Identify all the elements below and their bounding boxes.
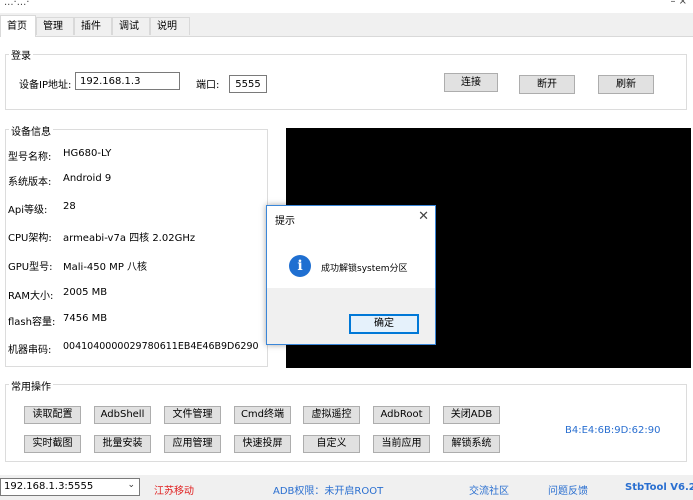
app-manager-button[interactable]: 应用管理 xyxy=(164,435,221,453)
port-input[interactable]: 5555 xyxy=(229,75,267,93)
tab-manage[interactable]: 管理 xyxy=(36,17,74,35)
title-bar: ...·...· – × xyxy=(0,0,693,13)
login-legend: 登录 xyxy=(9,47,33,62)
device-info-legend: 设备信息 xyxy=(9,123,53,138)
ip-label: 设备IP地址: xyxy=(19,80,72,91)
adbroot-button[interactable]: AdbRoot xyxy=(373,406,430,424)
current-app-button[interactable]: 当前应用 xyxy=(373,435,430,453)
ok-button[interactable]: 确定 xyxy=(349,314,419,334)
info-label-cpu: CPU架构: xyxy=(8,233,52,244)
adb-permission-label: ADB权限：未开启ROOT xyxy=(273,486,384,497)
quick-cast-button[interactable]: 快速投屏 xyxy=(234,435,291,453)
info-value-gpu: Mali-450 MP 八核 xyxy=(63,262,148,273)
connect-button[interactable]: 连接 xyxy=(444,73,498,92)
refresh-button[interactable]: 刷新 xyxy=(598,75,654,94)
tab-home[interactable]: 首页 xyxy=(0,15,36,37)
tab-strip: 首页 管理 插件 调试 说明 xyxy=(0,13,693,37)
info-label-flash: flash容量: xyxy=(8,317,56,328)
info-value-api: 28 xyxy=(63,201,76,212)
tab-help[interactable]: 说明 xyxy=(150,17,190,35)
chevron-down-icon[interactable]: ⌄ xyxy=(127,480,135,490)
info-label-model: 型号名称: xyxy=(8,152,52,163)
port-label: 端口: xyxy=(196,80,220,91)
info-label-os: 系统版本: xyxy=(8,177,52,188)
dialog-title: 提示 xyxy=(275,216,295,227)
virtual-remote-button[interactable]: 虚拟遥控 xyxy=(303,406,360,424)
feedback-link[interactable]: 问题反馈 xyxy=(548,482,588,497)
device-select-value: 192.168.1.3:5555 xyxy=(4,481,94,492)
dialog-title-bar: 提示 ✕ xyxy=(267,206,435,230)
device-info-group xyxy=(5,129,268,367)
ops-legend: 常用操作 xyxy=(9,378,53,393)
info-icon: i xyxy=(289,255,311,277)
screenshot-button[interactable]: 实时截图 xyxy=(24,435,81,453)
info-value-model: HG680-LY xyxy=(63,148,112,159)
batch-install-button[interactable]: 批量安装 xyxy=(94,435,151,453)
info-label-ram: RAM大小: xyxy=(8,291,54,302)
info-value-flash: 7456 MB xyxy=(63,313,108,324)
info-label-api: Api等级: xyxy=(8,205,48,216)
info-value-serial: 0041040000029780611EB4E46B9D6290 xyxy=(63,341,259,352)
window-controls[interactable]: – × xyxy=(670,0,687,7)
info-label-serial: 机器串码: xyxy=(8,345,52,356)
info-value-cpu: armeabi-v7a 四核 2.02GHz xyxy=(63,233,196,244)
close-adb-button[interactable]: 关闭ADB xyxy=(443,406,500,424)
isp-label: 江苏移动 xyxy=(154,486,194,497)
close-icon[interactable]: ✕ xyxy=(418,209,429,224)
unlock-system-button[interactable]: 解锁系统 xyxy=(443,435,500,453)
tab-debug[interactable]: 调试 xyxy=(112,17,150,35)
disconnect-button[interactable]: 断开 xyxy=(519,75,575,94)
file-manager-button[interactable]: 文件管理 xyxy=(164,406,221,424)
info-value-ram: 2005 MB xyxy=(63,287,108,298)
window-title: ...·...· xyxy=(4,0,30,8)
version-label: StbTool V6.2 xyxy=(625,482,693,493)
cmd-terminal-button[interactable]: Cmd终端 xyxy=(234,406,291,424)
mac-address: B4:E4:6B:9D:62:90 xyxy=(565,425,661,436)
read-config-button[interactable]: 读取配置 xyxy=(24,406,81,424)
ip-input[interactable]: 192.168.1.3 xyxy=(75,72,180,90)
adbshell-button[interactable]: AdbShell xyxy=(94,406,151,424)
community-link[interactable]: 交流社区 xyxy=(469,482,509,497)
tab-plugins[interactable]: 插件 xyxy=(74,17,112,35)
device-select[interactable]: 192.168.1.3:5555 ⌄ xyxy=(0,478,140,496)
custom-button[interactable]: 自定义 xyxy=(303,435,360,453)
message-dialog: 提示 ✕ i 成功解锁system分区 确定 xyxy=(266,205,436,345)
info-label-gpu: GPU型号: xyxy=(8,262,53,273)
info-value-os: Android 9 xyxy=(63,173,112,184)
dialog-message: 成功解锁system分区 xyxy=(321,264,408,274)
